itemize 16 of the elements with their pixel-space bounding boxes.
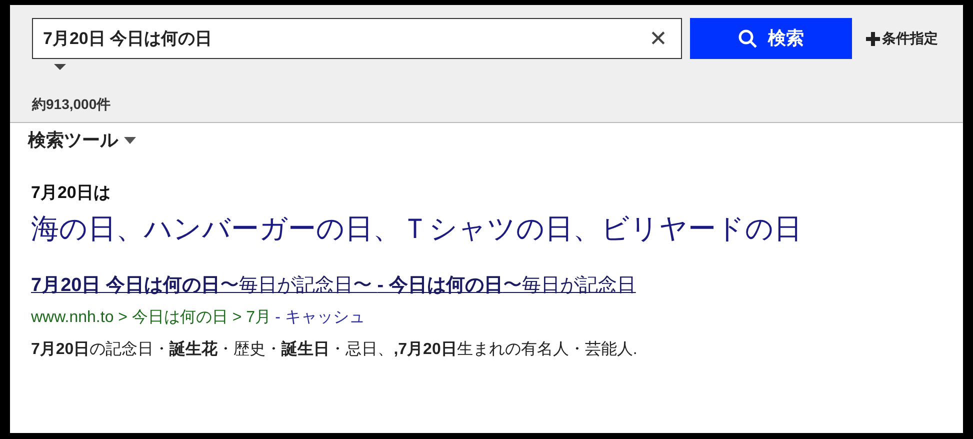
- search-button[interactable]: 検索: [690, 18, 852, 59]
- search-query: 7月20日 今日は何の日: [43, 28, 214, 50]
- search-tools-dropdown[interactable]: 検索ツール: [28, 127, 136, 154]
- cache-link[interactable]: - キャッシュ: [275, 306, 365, 330]
- answer-heading: 7月20日は: [31, 182, 112, 204]
- result-count: 約913,000件: [32, 95, 112, 114]
- dropdown-arrow-icon[interactable]: [54, 64, 66, 70]
- search-field[interactable]: 7月20日 今日は何の日 ✕: [32, 18, 682, 59]
- caret-icon: [124, 137, 136, 144]
- result-snippet: 7月20日の記念日・誕生花・歴史・誕生日・忌日、,7月20日生まれの有名人・芸能人.: [31, 339, 638, 360]
- answer-text: 海の日、ハンバーガーの日、Ｔシャツの日、ビリヤードの日: [31, 212, 803, 246]
- search-icon: [738, 28, 758, 48]
- result-url: www.nnh.to > 今日は何の日 > 7月: [31, 308, 272, 328]
- advanced-search-link[interactable]: 条件指定: [866, 28, 938, 49]
- plus-icon: [866, 32, 880, 46]
- clear-button[interactable]: ✕: [649, 22, 667, 55]
